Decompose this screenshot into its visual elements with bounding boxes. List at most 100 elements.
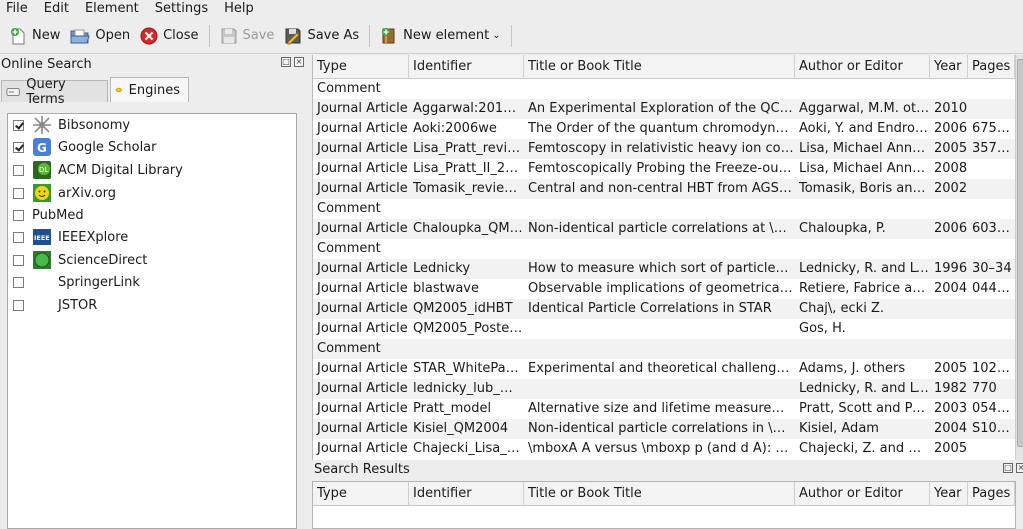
table-row[interactable]: Journal Article STAR_WhitePaper Experiment… (313, 359, 1015, 379)
column-header-identifier[interactable]: Identifier (409, 55, 524, 79)
engine-google-scholar[interactable]: G Google Scholar (13, 136, 157, 158)
table-row[interactable]: Journal Article lednicky_lub_mo... Lednick… (313, 379, 1015, 399)
close-button[interactable]: Close (135, 22, 203, 50)
new-document-icon (11, 27, 25, 44)
engine-bibsonomy[interactable]: Bibsonomy (13, 114, 130, 136)
column-header-type[interactable]: Type (313, 55, 409, 79)
menu-settings[interactable]: Settings (147, 0, 216, 18)
engine-acm-digital-library[interactable]: DL ACM Digital Library (13, 159, 183, 181)
cell-author: Lisa, Michael Annan ... (799, 141, 930, 156)
engine-arxiv[interactable]: arXiv.org (13, 182, 116, 204)
column-header-author[interactable]: Author or Editor (795, 55, 930, 79)
scrollbar-thumb[interactable] (1017, 59, 1023, 447)
dock-buttons: □ × (281, 57, 304, 67)
save-as-button[interactable]: Save As (279, 22, 364, 50)
cell-identifier: Pratt_model (413, 401, 492, 416)
column-header-author[interactable]: Author or Editor (795, 482, 930, 506)
new-button[interactable]: New (4, 22, 65, 50)
table-row[interactable]: Journal Article Kisiel_QM2004 Non-identica… (313, 419, 1015, 439)
column-header-title[interactable]: Title or Book Title (524, 482, 795, 506)
engine-list: Bibsonomy G Google Scholar DL ACM Digita… (7, 113, 297, 529)
engine-checkbox[interactable] (13, 119, 24, 131)
cell-pages: 603–... (972, 221, 1015, 236)
close-panel-icon[interactable]: × (294, 57, 304, 67)
column-header-year[interactable]: Year (930, 55, 968, 79)
table-row[interactable]: Journal Article Aoki:2006we The Order of t… (313, 119, 1015, 139)
tab-engines[interactable]: Engines (110, 77, 189, 102)
engine-sciencedirect[interactable]: ScienceDirect (13, 249, 147, 271)
engine-jstor[interactable]: JSTOR (13, 294, 97, 316)
column-header-pages[interactable]: Pages (968, 55, 1015, 79)
close-panel-icon[interactable]: × (1016, 463, 1023, 473)
cell-pages (968, 159, 1015, 179)
table-row[interactable]: Journal Article Lednicky How to measure wh… (313, 259, 1015, 279)
cell-title: The Order of the quantum chromodynamics … (528, 121, 795, 136)
cell-author: Chajecki, Z. and Guti... (799, 441, 930, 456)
cell-identifier: Aggarwal:2010cw (413, 101, 524, 116)
comment-row[interactable]: Comment (313, 239, 1015, 259)
engine-pubmed[interactable]: PubMed (13, 204, 84, 226)
cell-type: Journal Article (317, 261, 408, 276)
engine-ieeexplore[interactable]: IEEE IEEEXplore (13, 226, 128, 248)
engine-springerlink[interactable]: SpringerLink (13, 271, 140, 293)
engine-checkbox[interactable] (13, 187, 24, 199)
engine-checkbox[interactable] (13, 209, 24, 221)
cell-author: Kisiel, Adam (799, 421, 879, 436)
table-row[interactable]: Journal Article Aggarwal:2010cw An Experim… (313, 99, 1015, 119)
menu-help[interactable]: Help (216, 0, 262, 18)
float-icon[interactable]: □ (281, 57, 291, 67)
column-header-pages[interactable]: Pages (968, 482, 1015, 506)
column-header-identifier[interactable]: Identifier (409, 482, 524, 506)
engine-checkbox[interactable] (13, 254, 24, 266)
cell-type: Journal Article (317, 141, 408, 156)
cell-identifier: Lisa_Pratt_review (413, 141, 524, 156)
cell-title: Alternative size and lifetime measuremen… (528, 401, 795, 416)
menu-edit[interactable]: Edit (36, 0, 77, 18)
table-row[interactable]: Journal Article Lisa_Pratt_review Femtosco… (313, 139, 1015, 159)
cell-pages (968, 99, 1015, 119)
comment-row[interactable]: Comment (313, 339, 1015, 359)
table-row[interactable]: Journal Article Tomasik_review_... Central… (313, 179, 1015, 199)
engine-checkbox[interactable] (13, 276, 24, 288)
comment-row[interactable]: Comment (313, 79, 1015, 99)
table-row[interactable]: Journal Article QM2005_idHBT Identical Par… (313, 299, 1015, 319)
cell-type: Journal Article (317, 281, 408, 296)
cell-title: \mboxA A versus \mboxp p (and d A): A pu… (528, 441, 795, 456)
column-header-type[interactable]: Type (313, 482, 409, 506)
cell-pages: 770 (972, 381, 997, 396)
panel-splitter[interactable] (305, 55, 312, 529)
table-row[interactable]: Journal Article QM2005_Poster... Gos, H. (313, 319, 1015, 339)
cell-author: Aoki, Y. and Endrodi,... (799, 121, 930, 136)
cell-type: Journal Article (317, 441, 408, 456)
menu-element[interactable]: Element (77, 0, 147, 18)
column-header-year[interactable]: Year (930, 482, 968, 506)
save-button[interactable]: Save (215, 22, 280, 50)
search-results-dock-buttons: □ × (1003, 463, 1023, 473)
column-header-title[interactable]: Title or Book Title (524, 55, 795, 79)
engine-checkbox[interactable] (13, 141, 24, 153)
engine-checkbox[interactable] (13, 164, 24, 176)
engine-checkbox[interactable] (13, 299, 24, 311)
open-button[interactable]: Open (65, 22, 135, 50)
open-folder-icon (70, 29, 91, 43)
cell-identifier: Aoki:2006we (413, 121, 497, 136)
cell-pages: S105... (972, 421, 1015, 436)
cell-type: Journal Article (317, 421, 408, 436)
cell-pages: 357–... (972, 141, 1015, 156)
menu-file[interactable]: File (0, 0, 36, 18)
query-icon (6, 87, 20, 96)
cell-type: Journal Article (317, 301, 408, 316)
table-row[interactable]: Journal Article blastwave Observable impli… (313, 279, 1015, 299)
new-element-button[interactable]: New element ⌄ (375, 22, 505, 50)
table-row[interactable]: Journal Article Pratt_model Alternative si… (313, 399, 1015, 419)
vertical-scrollbar[interactable] (1015, 55, 1023, 460)
table-row[interactable]: Journal Article Lisa_Pratt_II_20... Femtos… (313, 159, 1015, 179)
tab-query-terms[interactable]: Query Terms (1, 77, 108, 107)
engine-checkbox[interactable] (13, 231, 24, 243)
table-row[interactable]: Journal Article Chajecki_Lisa_SH \mboxA A … (313, 439, 1015, 459)
table-row[interactable]: Journal Article Chaloupka_QM06 Non-identic… (313, 219, 1015, 239)
float-icon[interactable]: □ (1003, 463, 1013, 473)
comment-row[interactable]: Comment (313, 199, 1015, 219)
panel-title: Online Search (1, 57, 92, 72)
close-label: Close (163, 28, 199, 43)
